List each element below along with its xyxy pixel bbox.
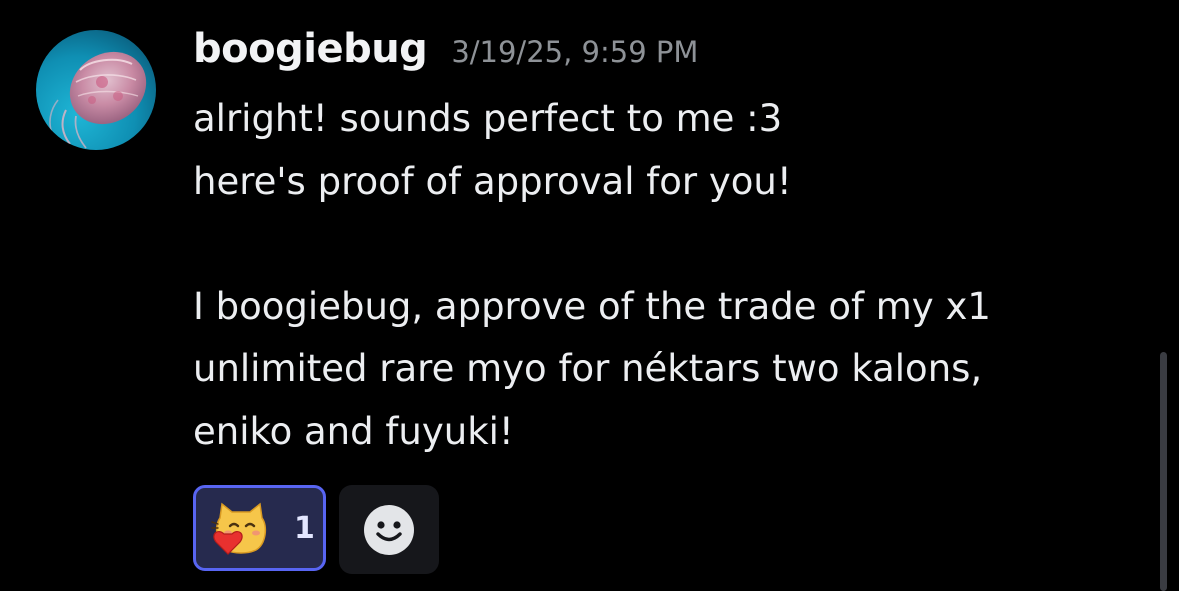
scrollbar-thumb[interactable] — [1160, 352, 1167, 591]
message-line: unlimited rare myo for néktars two kalon… — [193, 347, 983, 390]
reaction-count: 1 — [294, 510, 315, 546]
add-reaction-button[interactable] — [339, 485, 439, 574]
message-line: alright! sounds perfect to me :3 — [193, 97, 783, 140]
message-header: boogiebug 3/19/25, 9:59 PM — [193, 26, 698, 82]
message-line — [193, 213, 1133, 276]
scrollbar[interactable] — [1158, 352, 1170, 591]
message-timestamp: 3/19/25, 9:59 PM — [451, 35, 699, 69]
username[interactable]: boogiebug — [193, 26, 428, 72]
message-line: I boogiebug, approve of the trade of my … — [193, 284, 991, 328]
message-line: eniko and fuyuki! — [193, 409, 514, 453]
user-avatar[interactable] — [36, 30, 156, 150]
reaction-chip[interactable]: 1 — [193, 485, 326, 571]
smiley-face-icon — [364, 504, 414, 555]
chat-message: boogiebug 3/19/25, 9:59 PM alright! soun… — [0, 0, 1150, 591]
message-content: alright! sounds perfect to me :3 here's … — [193, 88, 1133, 463]
message-line: here's proof of approval for you! — [193, 159, 792, 203]
cat-heart-emoji-icon — [210, 500, 272, 556]
jellyfish-avatar-icon — [36, 30, 156, 150]
reactions-bar: 1 — [193, 485, 439, 574]
